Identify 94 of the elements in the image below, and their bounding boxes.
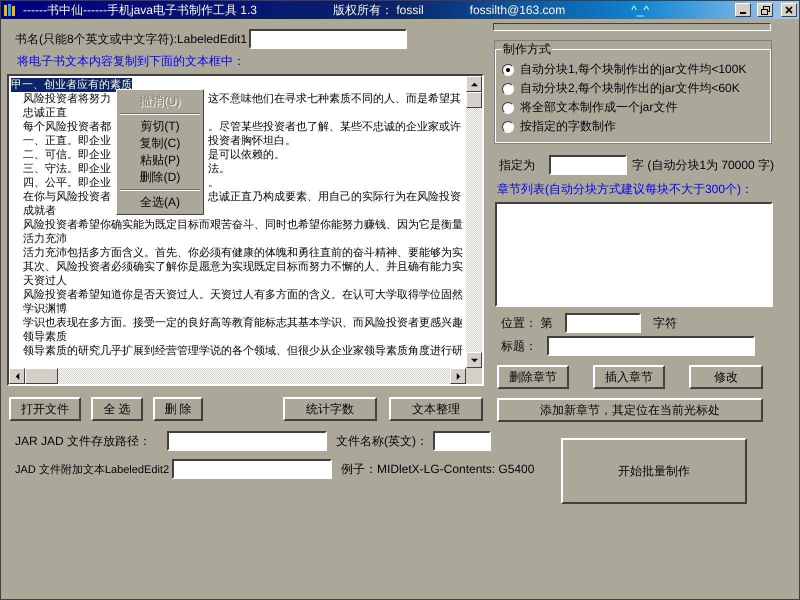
- specify-field[interactable]: [549, 155, 627, 175]
- app-icon: [3, 3, 17, 17]
- title-field[interactable]: [547, 336, 755, 356]
- position-label: 位置： 第: [501, 314, 554, 332]
- start-button[interactable]: 开始批量制作: [561, 438, 747, 504]
- text-line: 风险投资者希望知道你是否天资过人。天资过人有多方面的含义。在认可大学取得学位固然: [23, 288, 463, 302]
- text-line: 一、正直。即企业: [23, 135, 111, 147]
- scroll-thumb[interactable]: [466, 92, 482, 108]
- text-line: 活力充沛包括多方面含义。首先、你必须有健康的体魄和勇往直前的奋斗精神、要能够为实: [23, 246, 463, 260]
- toolbar-button[interactable]: 打开文件: [9, 397, 81, 421]
- menu-item[interactable]: 剪切(T): [119, 118, 201, 135]
- window-title: ------书中仙------手机java电子书制作工具 1.3: [23, 2, 257, 18]
- radio-option[interactable]: 将全部文本制作成一个jar文件: [502, 98, 764, 117]
- text-line: 。尽管某些投资者也了解、某些不忠诚的企业家或许: [208, 120, 461, 134]
- text-line: 风险投资者希望你确实能为既定目标而艰苦奋斗、同时也希望你能努力赚钱、因为它是衡量: [23, 218, 463, 232]
- text-line: 成就者: [23, 204, 56, 218]
- menu-item[interactable]: 粘贴(P): [119, 152, 201, 169]
- menu-item[interactable]: 复制(C): [119, 135, 201, 152]
- book-name-field[interactable]: [249, 29, 408, 49]
- text-memo[interactable]: [7, 74, 484, 386]
- smiley-text: ^_^: [631, 3, 650, 17]
- chapter-button[interactable]: 删除章节: [497, 365, 569, 389]
- text-line: 风险投资者将努力: [23, 93, 111, 105]
- text-line: 二、可信。即企业: [23, 149, 111, 161]
- text-line: 学识渊博: [23, 302, 67, 316]
- scrollbar-corner: [466, 368, 482, 384]
- down-arrow-icon: [470, 356, 478, 364]
- scroll-thumb[interactable]: [25, 368, 58, 384]
- horizontal-scrollbar[interactable]: [9, 368, 466, 384]
- text-line: 在你与风险投资者: [23, 191, 111, 203]
- jar-path-field[interactable]: [166, 431, 327, 451]
- text-line: 四、公平。即企业: [23, 177, 111, 189]
- toolbar-button[interactable]: 删 除: [153, 397, 203, 421]
- radio-option[interactable]: 按指定的字数制作: [502, 117, 764, 136]
- text-line: 学识也表现在多方面。接受一定的良好高等教育能标志其基本学识、而风险投资者更感兴趣: [23, 316, 463, 330]
- text-line: 三、守法。即企业: [23, 163, 111, 175]
- group-title: 制作方式: [502, 41, 552, 58]
- text-line: 法。: [208, 162, 230, 176]
- scroll-up-button[interactable]: [466, 76, 482, 92]
- chapter-button[interactable]: 修改: [689, 365, 763, 389]
- close-icon: [785, 6, 793, 14]
- specify-hint: 字 (自动分块1为 70000 字): [632, 156, 774, 174]
- chapter-list[interactable]: [495, 202, 773, 307]
- radio-button[interactable]: [502, 82, 514, 94]
- example-text: 例子：MIDletX-LG-Contents: G5400: [341, 460, 534, 478]
- restore-button[interactable]: [757, 3, 773, 17]
- text-line: 忠诚正直乃构成要素、用自己的实际行为在风险投资: [208, 190, 461, 204]
- toolbar-button[interactable]: 统计字数: [283, 397, 377, 421]
- email-text: fossilth@163.com: [470, 3, 566, 17]
- restore-icon: [760, 6, 770, 14]
- up-arrow-icon: [470, 80, 478, 88]
- chapter-button[interactable]: 插入章节: [593, 365, 665, 389]
- radio-button[interactable]: [502, 120, 514, 132]
- position-unit: 字符: [653, 314, 677, 332]
- text-line: 领导素质的研究几乎扩展到经营管理学说的各个领域、但很少从企业家领导素质角度进行研: [23, 344, 463, 358]
- left-arrow-icon: [14, 372, 20, 380]
- text-line: 其次、风险投资者必须确实了解你是愿意为实现既定目标而努力不懈的人、并且确有能力实: [23, 260, 463, 274]
- text-line: 投资者胸怀坦白。: [208, 134, 296, 148]
- radio-option[interactable]: 自动分块2,每个块制作出的jar文件均<60K: [502, 79, 764, 98]
- minimize-button[interactable]: [735, 3, 751, 17]
- position-field[interactable]: [565, 313, 641, 333]
- jad-text-field[interactable]: [172, 459, 332, 479]
- chapter-list-caption: 章节列表(自动分块方式建议每块不大于300个)：: [497, 181, 754, 198]
- text-line: 活力充沛: [23, 232, 67, 246]
- right-arrow-icon: [454, 372, 462, 380]
- menu-item[interactable]: 全选(A): [119, 194, 201, 211]
- text-line: 天资过人: [23, 274, 67, 288]
- scroll-right-button[interactable]: [450, 368, 466, 384]
- toolbar-button[interactable]: 全 选: [91, 397, 143, 421]
- specify-label: 指定为: [499, 156, 536, 174]
- book-name-label: 书名(只能8个英文或中文字符):LabeledEdit1: [15, 30, 248, 48]
- toolbar-button[interactable]: 文本整理: [389, 397, 483, 421]
- add-chapter-button[interactable]: 添加新章节，其定位在当前光标处: [497, 398, 763, 422]
- file-name-field[interactable]: [433, 431, 491, 451]
- vertical-scrollbar[interactable]: [466, 76, 482, 368]
- title-label: 标题：: [501, 338, 538, 354]
- close-button[interactable]: [781, 3, 797, 17]
- file-name-label: 文件名称(英文)：: [336, 432, 429, 450]
- menu-item[interactable]: 删除(D): [119, 169, 201, 186]
- scroll-left-button[interactable]: [9, 368, 25, 384]
- text-line: 忠诚正直: [23, 106, 67, 120]
- radio-button[interactable]: [502, 102, 514, 114]
- radio-option[interactable]: 自动分块1,每个块制作出的jar文件均<100K: [502, 60, 764, 79]
- text-line: 。: [208, 176, 219, 190]
- text-line: 每个风险投资者都: [23, 121, 111, 133]
- text-line: 是可以依赖的。: [208, 148, 285, 162]
- jad-text-label: JAD 文件附加文本LabeledEdit2: [15, 462, 170, 476]
- text-line: 领导素质: [23, 330, 67, 344]
- copyright-text: 版权所有： fossil: [332, 2, 424, 18]
- scroll-down-button[interactable]: [466, 352, 482, 368]
- jar-path-label: JAR JAD 文件存放路径：: [15, 432, 152, 450]
- text-line: 这不意味他们在寻求七种素质不同的人、而是希望其: [208, 92, 461, 106]
- radio-button[interactable]: [502, 64, 514, 76]
- memo-caption: 将电子书文本内容复制到下面的文本框中：: [17, 53, 245, 70]
